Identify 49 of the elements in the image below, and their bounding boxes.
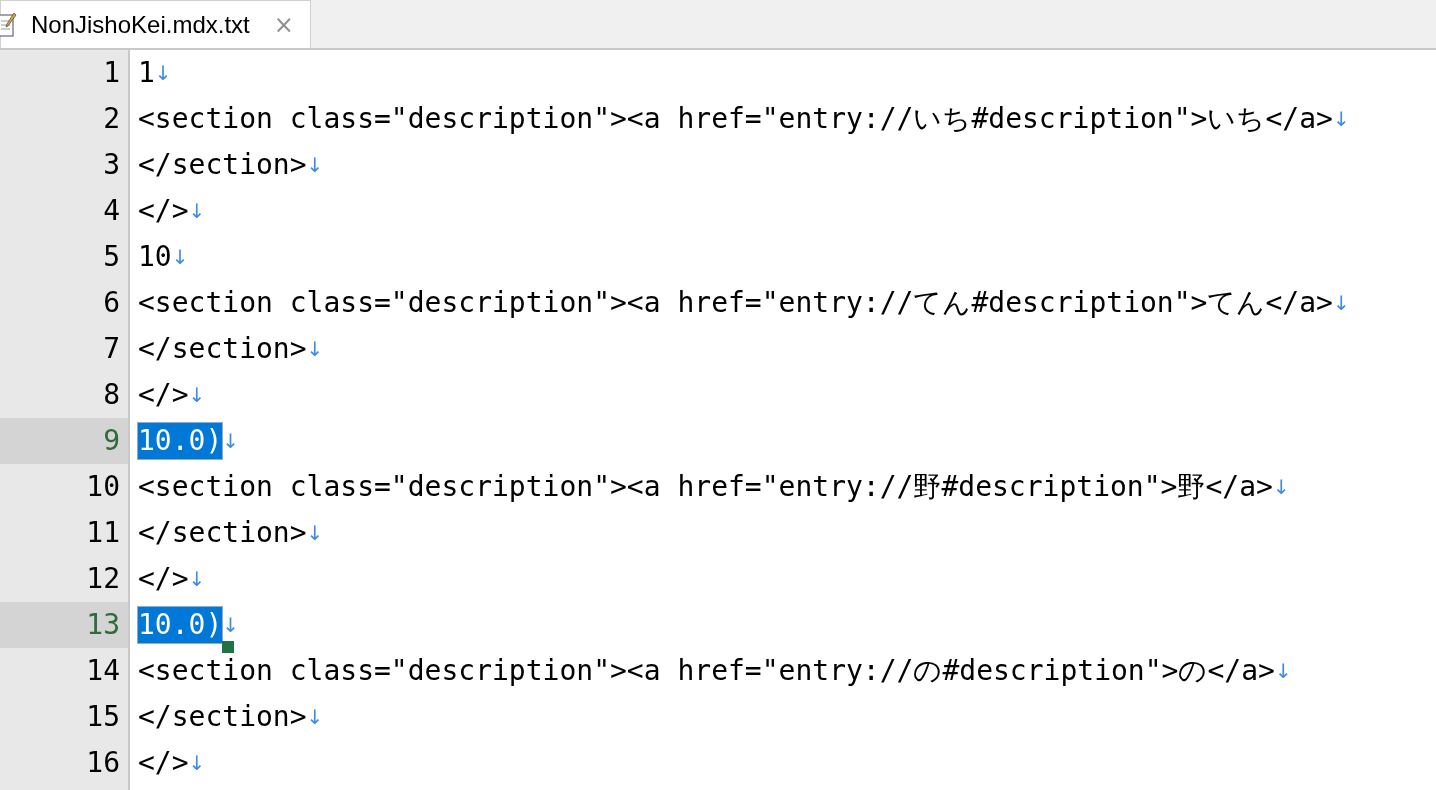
line-end-mark: ↓ — [1332, 107, 1350, 131]
line-end-mark: ↓ — [188, 383, 206, 407]
line-number: 15 — [85, 699, 121, 735]
line-end-mark: ↓ — [222, 613, 240, 637]
code-line: </> — [138, 561, 189, 597]
line-number: 7 — [102, 331, 121, 367]
line-number: 1 — [102, 55, 121, 91]
line-end-mark: ↓ — [306, 337, 324, 361]
line-end-mark: ↓ — [306, 705, 324, 729]
code-line: <section class="description"><a href="entry://の#description">の</a> — [138, 653, 1275, 689]
code-line: 10 — [138, 239, 172, 275]
code-line: 1 — [138, 55, 155, 91]
line-end-mark: ↓ — [154, 61, 172, 85]
line-end-mark: ↓ — [1272, 475, 1290, 499]
file-tab[interactable]: NonJishoKei.mdx.txt × — [0, 0, 311, 48]
line-end-mark: ↓ — [171, 245, 189, 269]
line-end-mark: ↓ — [306, 153, 324, 177]
line-number: 10 — [85, 469, 121, 505]
line-number: 9 — [0, 418, 128, 464]
code-line: </section> — [138, 515, 307, 551]
code-line: <section class="description"><a href="entry://いち#description">いち</a> — [138, 101, 1333, 137]
notepad-icon — [0, 11, 17, 38]
line-end-mark: ↓ — [1332, 291, 1350, 315]
line-number: 6 — [102, 285, 121, 321]
code-line: </> — [138, 745, 189, 781]
line-end-mark: ↓ — [188, 751, 206, 775]
line-number: 16 — [85, 745, 121, 781]
code-line: <section class="description"><a href="entry://野#description">野</a> — [138, 469, 1273, 505]
line-number: 13 — [0, 602, 128, 648]
code-line: </section> — [138, 331, 307, 367]
code-line: <section class="description"><a href="entry://てん#description">てん</a> — [138, 285, 1333, 321]
line-end-mark: ↓ — [188, 567, 206, 591]
code-line: </section> — [138, 147, 307, 183]
code-line: </section> — [138, 699, 307, 735]
line-number: 8 — [102, 377, 121, 413]
tab-title: NonJishoKei.mdx.txt — [31, 10, 250, 39]
line-end-mark: ↓ — [1274, 659, 1292, 683]
line-number: 4 — [102, 193, 121, 229]
code-line: </> — [138, 193, 189, 229]
line-number: 3 — [102, 147, 121, 183]
line-end-mark: ↓ — [188, 199, 206, 223]
line-number: 14 — [85, 653, 121, 689]
code-line: </> — [138, 377, 189, 413]
line-number: 12 — [85, 561, 121, 597]
line-number: 11 — [85, 515, 121, 551]
line-end-mark: ↓ — [306, 521, 324, 545]
line-number: 5 — [102, 239, 121, 275]
line-end-mark: ↓ — [222, 429, 240, 453]
line-number: 2 — [102, 101, 121, 137]
